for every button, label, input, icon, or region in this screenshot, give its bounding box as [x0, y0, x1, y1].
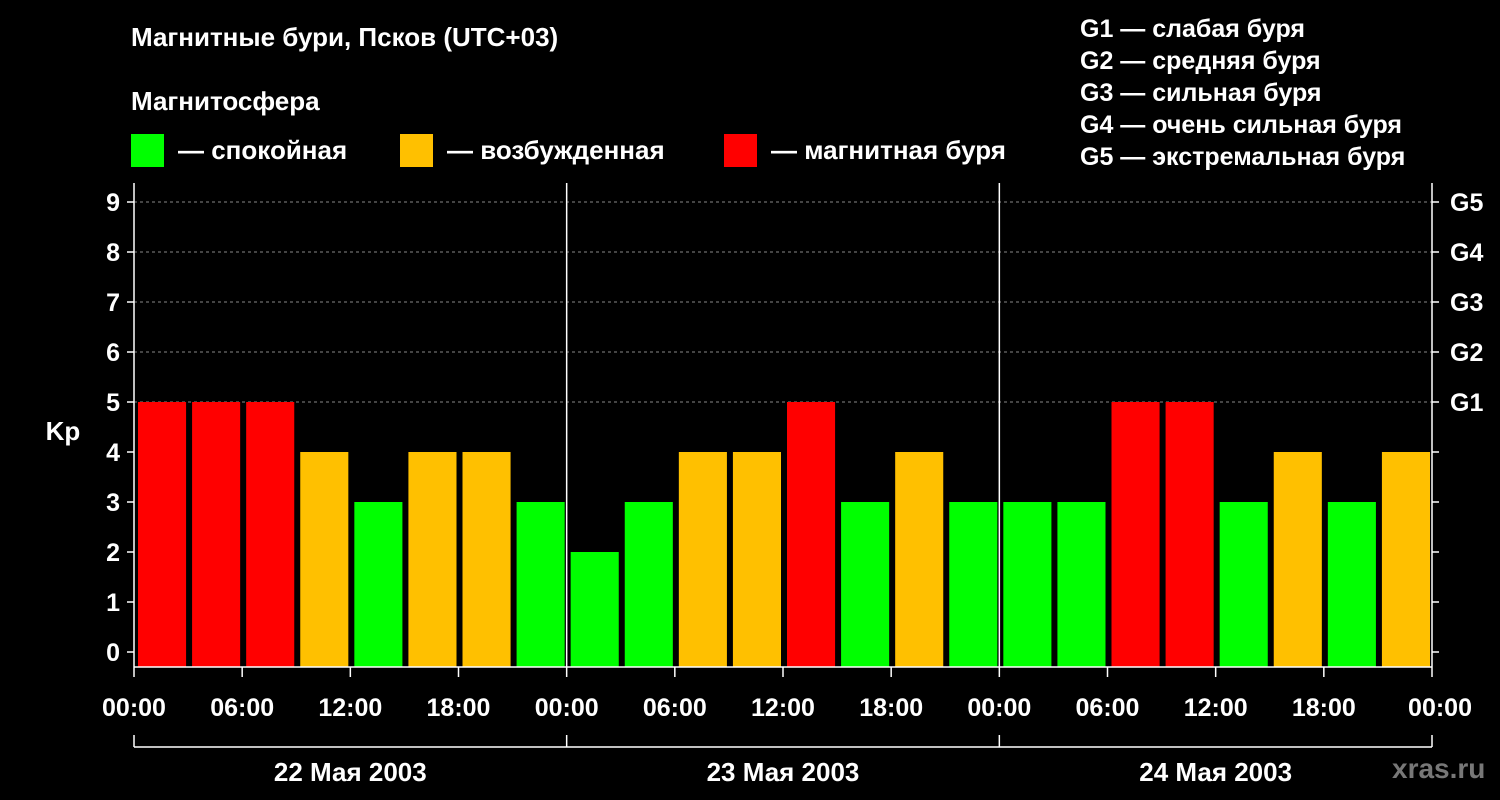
kp-bar	[570, 552, 619, 667]
kp-bar	[1165, 402, 1214, 667]
y-tick-label: 4	[106, 439, 120, 467]
kp-bar	[516, 502, 565, 667]
kp-bar	[300, 452, 349, 667]
x-tick-label: 18:00	[859, 694, 923, 722]
kp-bar	[138, 402, 187, 667]
kp-bar	[787, 402, 836, 667]
x-tick-label: 12:00	[318, 694, 382, 722]
x-tick-label: 18:00	[1292, 694, 1356, 722]
kp-bar	[895, 452, 944, 667]
x-tick-label: 12:00	[1184, 694, 1248, 722]
day-label: 23 Мая 2003	[707, 757, 860, 787]
kp-bar	[354, 502, 403, 667]
x-tick-label: 00:00	[967, 694, 1031, 722]
g-axis-label: G3	[1450, 289, 1483, 317]
g-axis-label: G4	[1450, 239, 1483, 267]
y-tick-label: 2	[106, 539, 120, 567]
kp-bar	[732, 452, 781, 667]
kp-bar	[1219, 502, 1268, 667]
kp-bar	[462, 452, 511, 667]
y-tick-label: 9	[106, 189, 120, 217]
kp-bar	[1111, 402, 1160, 667]
y-tick-label: 6	[106, 339, 120, 367]
y-tick-label: 0	[106, 639, 120, 667]
g-axis-label: G2	[1450, 339, 1483, 367]
kp-bar	[624, 502, 673, 667]
x-tick-label: 12:00	[751, 694, 815, 722]
kp-bar	[408, 452, 457, 667]
y-tick-label: 3	[106, 489, 120, 517]
y-tick-label: 5	[106, 389, 120, 417]
kp-bar	[678, 452, 727, 667]
kp-bar	[1381, 452, 1430, 667]
kp-bar	[246, 402, 295, 667]
x-tick-label: 00:00	[1408, 694, 1472, 722]
y-tick-label: 1	[106, 589, 120, 617]
kp-bar	[1057, 502, 1106, 667]
watermark: xras.ru	[1392, 753, 1486, 784]
g-axis-label: G1	[1450, 389, 1483, 417]
x-tick-label: 18:00	[427, 694, 491, 722]
x-tick-label: 06:00	[643, 694, 707, 722]
y-axis-title: Kp	[46, 416, 81, 446]
kp-bar	[949, 502, 998, 667]
kp-bar	[1327, 502, 1376, 667]
g-axis-label: G5	[1450, 189, 1483, 217]
x-tick-label: 00:00	[535, 694, 599, 722]
kp-bar-chart: 0 1 2 3 4 5 6 7 8 9 G1 G2 G3 G4 G5 Kp 00:00 06:00 12:00 18:…	[46, 183, 1483, 787]
x-tick-label: 06:00	[1076, 694, 1140, 722]
y-tick-label: 8	[106, 239, 120, 267]
kp-bar	[1273, 452, 1322, 667]
y-tick-label: 7	[106, 289, 120, 317]
day-label: 22 Мая 2003	[274, 757, 427, 787]
day-label: 24 Мая 2003	[1139, 757, 1292, 787]
kp-bar	[1003, 502, 1052, 667]
x-tick-label: 00:00	[102, 694, 166, 722]
kp-bar	[841, 502, 890, 667]
kp-bar	[192, 402, 241, 667]
x-tick-label: 06:00	[210, 694, 274, 722]
